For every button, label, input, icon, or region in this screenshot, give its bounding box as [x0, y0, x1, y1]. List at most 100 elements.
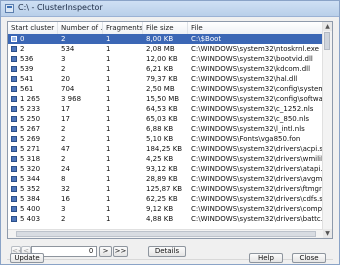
- divider: [7, 259, 333, 260]
- cell-file: C:\WINDOWS\system32\c_850.nls: [191, 115, 309, 123]
- cell-file-size: 6,88 KB: [146, 125, 174, 133]
- cell-start-cluster: 5 271: [20, 145, 41, 153]
- cell-file-size: 65,03 KB: [146, 115, 178, 123]
- cell-start-cluster: 5 320: [20, 165, 41, 173]
- cell-file: C:\$Boot: [191, 35, 222, 43]
- cell-file-size: 28,89 KB: [146, 175, 178, 183]
- cluster-list[interactable]: Start cluster Number of ... Fragments Fi…: [7, 21, 333, 239]
- cell-start-cluster: 536: [20, 55, 34, 63]
- table-row[interactable]: 5 318 2 1 4,25 KB C:\WINDOWS\system32\driver…: [8, 154, 323, 164]
- cell-file-size: 8,00 KB: [146, 35, 174, 43]
- cell-file-size: 184,25 KB: [146, 145, 183, 153]
- cell-file: C:\WINDOWS\system32\drivers\acpi.sys: [191, 145, 323, 153]
- table-row[interactable]: 5 384 16 1 62,25 KB C:\WINDOWS\system32\driv…: [8, 194, 323, 204]
- help-button[interactable]: Help: [249, 253, 283, 263]
- table-row[interactable]: 541 20 1 79,37 KB C:\WINDOWS\system32\hal.dl…: [8, 74, 323, 84]
- table-row[interactable]: 5 403 2 1 4,88 KB C:\WINDOWS\system32\driver…: [8, 214, 323, 224]
- cell-number-of-clusters: 2: [61, 135, 66, 143]
- table-row[interactable]: 1 265 3 968 1 15,50 MB C:\WINDOWS\system32\c…: [8, 94, 323, 104]
- cell-file-size: 64,53 KB: [146, 105, 178, 113]
- table-row[interactable]: 5 271 47 1 184,25 KB C:\WINDOWS\system32\dri…: [8, 144, 323, 154]
- cell-file-size: 5,10 KB: [146, 135, 174, 143]
- cell-start-cluster: 2: [20, 45, 25, 53]
- last-page-button[interactable]: >>: [113, 246, 128, 257]
- details-button[interactable]: Details: [148, 246, 186, 257]
- cell-fragments: 1: [106, 45, 111, 53]
- cell-start-cluster: 5 267: [20, 125, 41, 133]
- cell-fragments: 1: [106, 115, 111, 123]
- cell-file: C:\WINDOWS\system32\c_1252.nls: [191, 105, 314, 113]
- table-row[interactable]: 2 534 1 2,08 MB C:\WINDOWS\system32\ntoskrnl…: [8, 44, 323, 54]
- cell-fragments: 1: [106, 75, 111, 83]
- table-row[interactable]: 5 267 2 1 6,88 KB C:\WINDOWS\system32\l_intl…: [8, 124, 323, 134]
- cell-file-size: 62,25 KB: [146, 195, 178, 203]
- cell-fragments: 1: [106, 145, 111, 153]
- cell-file-size: 15,50 MB: [146, 95, 180, 103]
- table-row[interactable]: 5 320 24 1 93,12 KB C:\WINDOWS\system32\driv…: [8, 164, 323, 174]
- vertical-scroll-thumb[interactable]: [324, 32, 330, 50]
- cell-start-cluster: 5 344: [20, 175, 41, 183]
- cell-file-size: 79,37 KB: [146, 75, 178, 83]
- cell-file: C:\WINDOWS\system32\drivers\atapi.sys: [191, 165, 323, 173]
- cell-file: C:\WINDOWS\system32\drivers\cdfs.sys: [191, 195, 323, 203]
- scroll-down-icon[interactable]: ▼: [323, 229, 332, 238]
- window-title: C:\ - ClusterInspector: [18, 3, 103, 12]
- cell-fragments: 1: [106, 95, 111, 103]
- cell-number-of-clusters: 3: [61, 205, 66, 213]
- cell-fragments: 1: [106, 195, 111, 203]
- table-row[interactable]: 5 344 8 1 28,89 KB C:\WINDOWS\system32\drive…: [8, 174, 323, 184]
- close-button[interactable]: Close: [292, 253, 326, 263]
- cell-fragments: 1: [106, 85, 111, 93]
- cell-fragments: 1: [106, 135, 111, 143]
- next-page-button[interactable]: >: [99, 246, 112, 257]
- table-row[interactable]: 5 269 2 1 5,10 KB C:\WINDOWS\Fonts\vga850.fo…: [8, 134, 323, 144]
- update-button[interactable]: Update: [10, 253, 44, 263]
- table-row[interactable]: 5 233 17 1 64,53 KB C:\WINDOWS\system32\c_12…: [8, 104, 323, 114]
- cell-file: C:\WINDOWS\system32\bootvid.dll: [191, 55, 313, 63]
- cell-fragments: 1: [106, 185, 111, 193]
- column-header-fragments[interactable]: Fragments: [103, 22, 143, 34]
- cell-number-of-clusters: 2: [61, 215, 66, 223]
- cell-number-of-clusters: 704: [61, 85, 75, 93]
- horizontal-scroll-thumb[interactable]: [16, 231, 316, 237]
- cell-file: C:\WINDOWS\system32\kdcom.dll: [191, 65, 311, 73]
- cell-fragments: 1: [106, 205, 111, 213]
- cell-start-cluster: 1 265: [20, 95, 41, 103]
- cell-file: C:\WINDOWS\system32\config\system: [191, 85, 323, 93]
- cell-file-size: 6,21 KB: [146, 65, 174, 73]
- cell-fragments: 1: [106, 215, 111, 223]
- cell-number-of-clusters: 534: [61, 45, 75, 53]
- cell-fragments: 1: [106, 55, 111, 63]
- cell-start-cluster: 5 250: [20, 115, 41, 123]
- vertical-scrollbar[interactable]: ▲ ▼: [322, 22, 332, 238]
- table-row[interactable]: 539 2 1 6,21 KB C:\WINDOWS\system32\kdcom.dl…: [8, 64, 323, 74]
- cell-number-of-clusters: 17: [61, 105, 70, 113]
- scroll-up-icon[interactable]: ▲: [323, 22, 332, 31]
- cell-file: C:\WINDOWS\system32\l_intl.nls: [191, 125, 305, 133]
- cell-fragments: 1: [106, 105, 111, 113]
- list-rows: 0 2 1 8,00 KB C:\$Boot 2 534 1 2,08 MB C:\WINDOWS…: [8, 34, 323, 224]
- table-row[interactable]: 0 2 1 8,00 KB C:\$Boot: [8, 34, 323, 44]
- cell-start-cluster: 5 400: [20, 205, 41, 213]
- table-row[interactable]: 5 400 3 1 9,12 KB C:\WINDOWS\system32\driver…: [8, 204, 323, 214]
- column-header-number-of-clusters[interactable]: Number of ...: [58, 22, 103, 34]
- cell-file-size: 93,12 KB: [146, 165, 178, 173]
- column-header-start-cluster[interactable]: Start cluster: [8, 22, 58, 34]
- cell-fragments: 1: [106, 35, 111, 43]
- column-header-file-size[interactable]: File size: [143, 22, 188, 34]
- cell-number-of-clusters: 3: [61, 55, 66, 63]
- table-row[interactable]: 5 250 17 1 65,03 KB C:\WINDOWS\system32\c_85…: [8, 114, 323, 124]
- title-bar[interactable]: C:\ - ClusterInspector: [1, 1, 339, 17]
- cell-fragments: 1: [106, 65, 111, 73]
- table-row[interactable]: 5 352 32 1 125,87 KB C:\WINDOWS\system32\dri…: [8, 184, 323, 194]
- cell-start-cluster: 5 269: [20, 135, 41, 143]
- column-header-file[interactable]: File: [188, 22, 323, 34]
- cell-start-cluster: 5 233: [20, 105, 41, 113]
- horizontal-scrollbar[interactable]: [8, 229, 323, 238]
- cell-number-of-clusters: 47: [61, 145, 70, 153]
- table-row[interactable]: 561 704 1 2,50 MB C:\WINDOWS\system32\config…: [8, 84, 323, 94]
- cluster-inspector-window: C:\ - ClusterInspector Start cluster Num…: [0, 0, 340, 265]
- table-row[interactable]: 536 3 1 12,00 KB C:\WINDOWS\system32\bootvid…: [8, 54, 323, 64]
- cell-fragments: 1: [106, 125, 111, 133]
- cell-number-of-clusters: 24: [61, 165, 70, 173]
